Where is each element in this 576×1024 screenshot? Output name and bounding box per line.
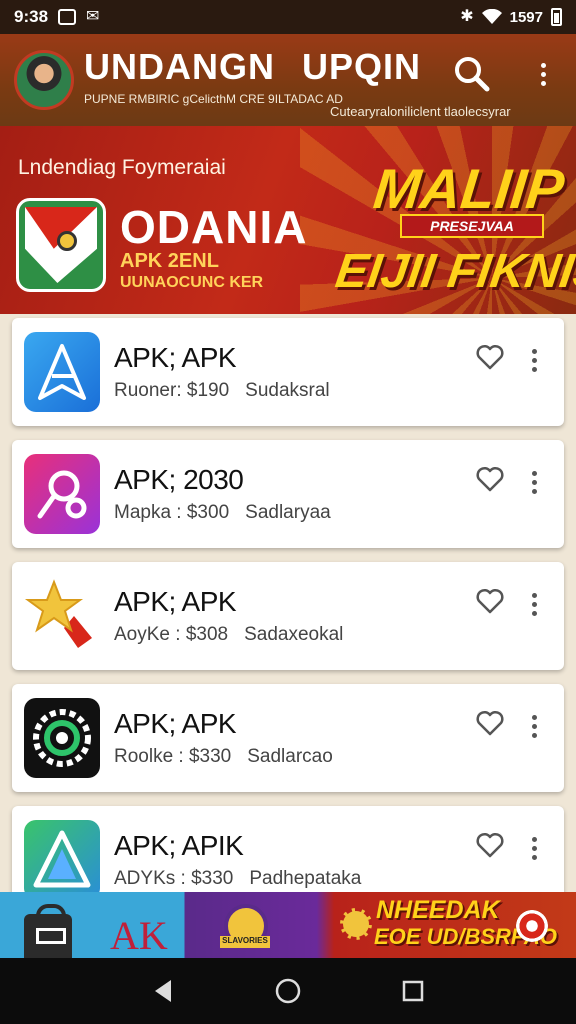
favorite-button[interactable] [476,710,504,736]
app-bar: UNDANGN UPQIN PUPNE RMBIRIC gCelicthM CR… [0,34,576,126]
ad-brand-text: AK [110,913,168,958]
avatar[interactable] [14,50,74,110]
app-meta: Roolke : $330 Sadlarcao [114,746,333,767]
screenshot-icon [58,9,77,25]
banner-title: ODANIA [120,201,308,253]
app-name: APK; APK [114,708,237,739]
more-vert-icon [531,836,537,860]
app-meta: AoyKe : $308 Sadaxeokal [114,624,344,645]
search-button[interactable] [452,54,492,94]
app-name: APK; APK [114,342,237,373]
favorite-button[interactable] [476,344,504,370]
banner-promo-slogan: EIJII FIKNIS! [332,245,576,298]
wifi-icon [481,9,502,24]
app-card[interactable]: APK; APIK ADYKs : $330 Padhepataka [12,806,564,892]
more-vert-icon [531,470,537,494]
banner-logo [16,198,106,292]
status-time: 9:38 [14,7,49,26]
heart-icon [476,710,504,736]
heart-icon [476,344,504,370]
heart-icon [476,466,504,492]
more-vert-icon [540,62,546,86]
app-card[interactable]: APK; APK Ruoner: $190 Sudaksral [12,318,564,426]
more-vert-icon [531,714,537,738]
app-more-button[interactable] [526,708,542,744]
app-name: APK; APK [114,586,237,617]
app-more-button[interactable] [526,464,542,500]
battery-icon [551,8,562,26]
more-vert-icon [531,592,537,616]
app-icon-green-circle [24,698,100,778]
app-name: APK; APIK [114,830,244,861]
overflow-menu-button[interactable] [528,54,558,94]
status-bar: 9:38 ✉ ✱ 1597 [0,0,576,34]
app-card[interactable]: APK; APK AoyKe : $308 Sadaxeokal [12,562,564,670]
heart-icon [476,588,504,614]
banner-promo-tag: PRESEJVAA [400,214,544,238]
app-meta: Ruoner: $190 Sudaksral [114,380,330,401]
app-icon-pink [24,454,100,534]
seal-icon [340,908,372,940]
favorite-button[interactable] [476,588,504,614]
back-icon [154,980,171,1002]
app-card[interactable]: APK; 2030 Mapka : $300 Sadlaryaa [12,440,564,548]
app-more-button[interactable] [526,342,542,378]
badge-label: SLAVORIES [220,936,270,948]
banner-header: Lndendiag Foymeraiai [18,156,226,179]
messenger-icon: ✉ [86,8,100,25]
promo-banner[interactable]: Lndendiag Foymeraiai ODANIA APK 2ENL UUN… [0,126,576,314]
app-meta: ADYKs : $330 Padhepataka [114,868,362,889]
app-title: UNDANGN [84,46,275,87]
app-subtitle: PUPNE RMBIRIC gCelicthM CRE 9ILTADAC AD [84,92,343,106]
app-more-button[interactable] [526,586,542,622]
recents-button[interactable] [395,973,431,1009]
search-icon [455,57,490,92]
app-subtitle-secondary: Cutearyraloniliclent tlaolecsyrar [330,104,511,119]
app-meta: Mapka : $300 Sadlaryaa [114,502,331,523]
bottom-ad-banner[interactable]: AK SLAVORIES NHEEDAK EOE UD/BSRPAO [0,892,576,958]
home-icon [275,978,301,1004]
target-icon [516,910,548,942]
banner-subtitle: APK 2ENL [120,250,219,272]
favorite-button[interactable] [476,466,504,492]
app-icon-blue [24,332,100,412]
battery-text: 1597 [509,8,543,26]
app-icon-blue-a [24,820,100,892]
more-vert-icon [531,348,537,372]
banner-promo-headline: MALIIP [370,157,568,220]
ad-promo-headline: NHEEDAK [376,896,500,924]
home-button[interactable] [270,973,306,1009]
app-title-secondary: UPQIN [302,46,422,87]
app-more-button[interactable] [526,830,542,866]
banner-tagline: UUNAOCUNC KER [120,274,264,291]
recents-icon [403,980,424,1002]
heart-icon [476,832,504,858]
shopping-bag-icon [24,904,72,958]
app-name: APK; 2030 [114,464,244,495]
back-button[interactable] [145,973,181,1009]
bluetooth-icon: ✱ [460,8,474,25]
app-card[interactable]: APK; APK Roolke : $330 Sadlarcao [12,684,564,792]
favorite-button[interactable] [476,832,504,858]
app-icon-star [24,576,100,656]
app-list: APK; APK Ruoner: $190 Sudaksral APK; 2030… [0,314,576,892]
system-nav-bar [0,958,576,1024]
